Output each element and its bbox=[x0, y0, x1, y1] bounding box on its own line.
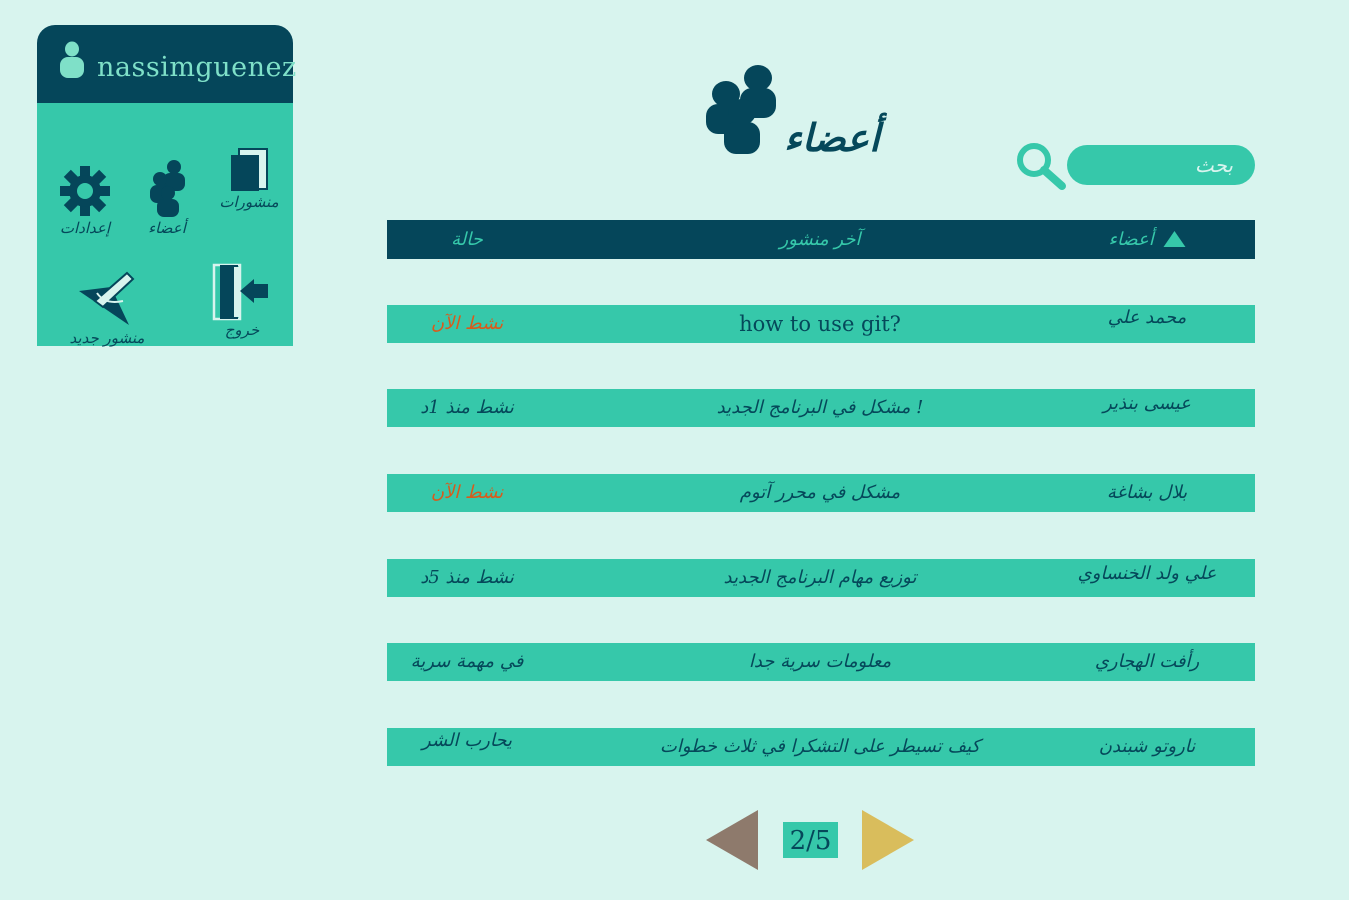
members-icon bbox=[150, 160, 185, 217]
menu-item-label: منشورات bbox=[219, 193, 279, 211]
menu-item-label: خروج bbox=[224, 321, 260, 339]
table-row[interactable]: بلال بشاغة مشكل في محرر آتوم نشط الآن bbox=[387, 474, 1255, 512]
table-row[interactable]: رأفت الهجاري معلومات سرية جدا في مهمة سر… bbox=[387, 643, 1255, 681]
member-name[interactable]: علي ولد الخنساوي bbox=[1078, 555, 1217, 593]
table-row[interactable]: عيسى بنذير مشكل في البرنامج الجديد ! نشط… bbox=[387, 389, 1255, 427]
last-post-link[interactable]: توزيع مهام البرنامج الجديد bbox=[724, 559, 917, 597]
member-name[interactable]: بلال بشاغة bbox=[1107, 474, 1187, 512]
menu-item-posts[interactable]: منشورات bbox=[209, 147, 289, 211]
menu-item-settings[interactable]: إعدادات bbox=[49, 165, 121, 237]
last-post-link[interactable]: معلومات سرية جدا bbox=[749, 643, 891, 681]
username: nassimguenez bbox=[97, 52, 297, 83]
column-header-label: أعضاء bbox=[1108, 229, 1154, 250]
user-avatar-icon bbox=[60, 41, 84, 78]
member-name[interactable]: رأفت الهجاري bbox=[1095, 643, 1199, 681]
last-post-link[interactable]: مشكل في البرنامج الجديد ! bbox=[717, 389, 924, 427]
panel-menu: منشورات أعضاء إعدادات خروج منشور جديد bbox=[37, 103, 293, 347]
last-post-link[interactable]: مشكل في محرر آتوم bbox=[740, 474, 900, 512]
menu-item-members[interactable]: أعضاء bbox=[137, 159, 197, 237]
next-page-button[interactable] bbox=[862, 810, 914, 870]
status-text: نشط الآن bbox=[430, 313, 504, 334]
sort-up-triangle-icon bbox=[1163, 231, 1186, 247]
search-input[interactable] bbox=[1067, 145, 1255, 185]
search-icon[interactable] bbox=[1014, 142, 1068, 190]
gear-icon bbox=[60, 166, 110, 216]
status-text: في مهمة سرية bbox=[410, 651, 524, 672]
user-header: nassimguenez bbox=[37, 25, 296, 103]
page-title: أعضاء bbox=[784, 115, 880, 160]
member-name[interactable]: محمد علي bbox=[1108, 299, 1187, 337]
previous-page-button[interactable] bbox=[706, 810, 758, 870]
table-row[interactable]: علي ولد الخنساوي توزيع مهام البرنامج الج… bbox=[387, 559, 1255, 597]
status-text: نشط الآن bbox=[430, 482, 504, 503]
table-header: أعضاء آخر منشور حالة bbox=[387, 220, 1255, 259]
status-text: نشط منذ 1د bbox=[420, 397, 514, 418]
status-text: يحارب الشر bbox=[422, 730, 512, 751]
menu-item-label: إعدادات bbox=[59, 219, 111, 237]
menu-item-logout[interactable]: خروج bbox=[207, 263, 277, 339]
last-post-link[interactable]: how to use git? bbox=[739, 305, 901, 343]
member-name[interactable]: عيسى بنذير bbox=[1103, 385, 1191, 423]
user-panel: nassimguenez منشورات أعضاء إعدادات خروج … bbox=[37, 25, 296, 347]
pages-icon bbox=[231, 148, 268, 191]
column-header-label: حالة bbox=[451, 229, 483, 250]
pen-icon bbox=[79, 271, 135, 325]
menu-item-new-post[interactable]: منشور جديد bbox=[51, 271, 163, 347]
column-header-label: آخر منشور bbox=[779, 229, 861, 250]
menu-item-label: منشور جديد bbox=[69, 329, 145, 347]
table-row[interactable]: محمد علي how to use git? نشط الآن bbox=[387, 305, 1255, 343]
last-post-link[interactable]: كيف تسيطر على التشكرا في ثلاث خطوات bbox=[660, 728, 980, 766]
menu-item-label: أعضاء bbox=[148, 219, 186, 237]
logout-icon bbox=[212, 263, 268, 321]
member-name[interactable]: ناروتو شبندن bbox=[1099, 728, 1196, 766]
page-header: أعضاء bbox=[700, 62, 910, 162]
table-row[interactable]: ناروتو شبندن كيف تسيطر على التشكرا في ثل… bbox=[387, 728, 1255, 766]
page-indicator: 2/5 bbox=[783, 822, 838, 858]
members-icon bbox=[706, 65, 776, 154]
status-text: نشط منذ 5د bbox=[420, 567, 514, 588]
